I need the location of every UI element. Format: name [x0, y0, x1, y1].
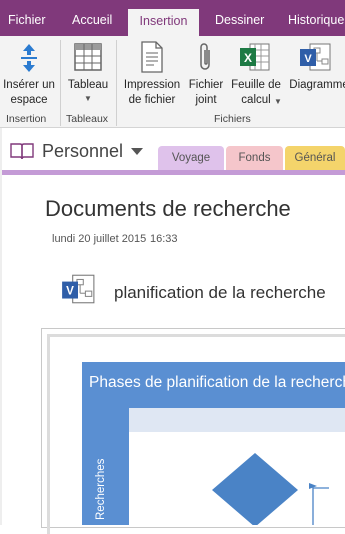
decision-diamond-shape	[212, 453, 298, 525]
spreadsheet-label-1: Feuille de	[231, 79, 281, 91]
group-separator	[60, 40, 61, 126]
group-label-insertion: Insertion	[6, 113, 47, 125]
group-label-tables: Tableaux	[66, 113, 109, 125]
connector-line	[312, 487, 329, 525]
attachment-button[interactable]: Fichier joint	[185, 36, 227, 111]
diagram-title: Phases de planification de la recherche	[82, 362, 345, 408]
svg-text:V: V	[304, 53, 312, 65]
diagram-label: Diagramme	[289, 79, 345, 91]
file-printout-icon	[141, 41, 163, 73]
page-date: lundi 20 juillet 2015	[52, 233, 147, 245]
tab-historique[interactable]: Historique	[288, 13, 344, 27]
file-printout-label-2: de fichier	[128, 94, 176, 106]
excel-icon: X	[240, 43, 270, 71]
group-label-files: Fichiers	[214, 113, 251, 125]
tab-dessiner[interactable]: Dessiner	[215, 13, 264, 27]
section-color-strip	[0, 170, 345, 175]
paperclip-icon	[200, 43, 210, 70]
svg-text:X: X	[244, 51, 252, 65]
insert-space-button[interactable]: Insérer un espace	[0, 36, 58, 111]
chevron-down-icon: ▼	[274, 97, 282, 106]
svg-text:V: V	[66, 284, 74, 297]
page-frame	[0, 128, 2, 525]
section-tab-voyage[interactable]: Voyage	[158, 146, 224, 171]
chevron-down-icon: ▼	[84, 94, 92, 103]
table-label: Tableau	[67, 79, 109, 91]
attached-file-name[interactable]: planification de la recherche	[114, 283, 326, 303]
diagram-shapes	[212, 453, 329, 525]
file-printout-label-1: Impression	[123, 79, 181, 91]
visio-file-icon[interactable]: V	[60, 272, 96, 306]
insert-space-label-2: espace	[10, 94, 48, 106]
table-button[interactable]: Tableau ▼	[62, 36, 114, 111]
insert-space-icon	[21, 44, 37, 72]
visio-icon: V	[300, 43, 331, 71]
diagram-button[interactable]: V Diagramme	[284, 36, 345, 111]
page-time: 16:33	[150, 233, 178, 245]
tab-accueil[interactable]: Accueil	[72, 13, 112, 27]
ribbon: Insérer un espace Insertion Tableau ▼ Ta…	[0, 36, 345, 128]
group-separator	[116, 40, 117, 126]
insert-space-label-1: Insérer un	[3, 79, 55, 91]
file-printout-button[interactable]: Impression de fichier	[120, 36, 184, 111]
tab-insertion[interactable]: Insertion	[128, 9, 199, 36]
chevron-down-icon[interactable]	[131, 148, 143, 155]
attachment-label-1: Fichier	[188, 79, 224, 91]
ribbon-tab-bar: Fichier Accueil Insertion Dessiner Histo…	[0, 0, 345, 36]
diagram-lane-label: Recherches	[95, 458, 107, 520]
table-icon	[74, 43, 102, 71]
section-tab-general[interactable]: Général	[285, 146, 345, 171]
spreadsheet-button[interactable]: X Feuille de calcul ▼	[228, 36, 284, 111]
notebook-bar: Personnel Voyage Fonds Général	[0, 128, 345, 172]
attachment-label-2: joint	[195, 94, 217, 106]
section-tab-fonds[interactable]: Fonds	[226, 146, 283, 171]
notebook-icon	[10, 143, 34, 160]
tab-fichier[interactable]: Fichier	[8, 13, 46, 27]
notebook-name[interactable]: Personnel	[42, 141, 123, 162]
page-title[interactable]: Documents de recherche	[45, 196, 291, 222]
